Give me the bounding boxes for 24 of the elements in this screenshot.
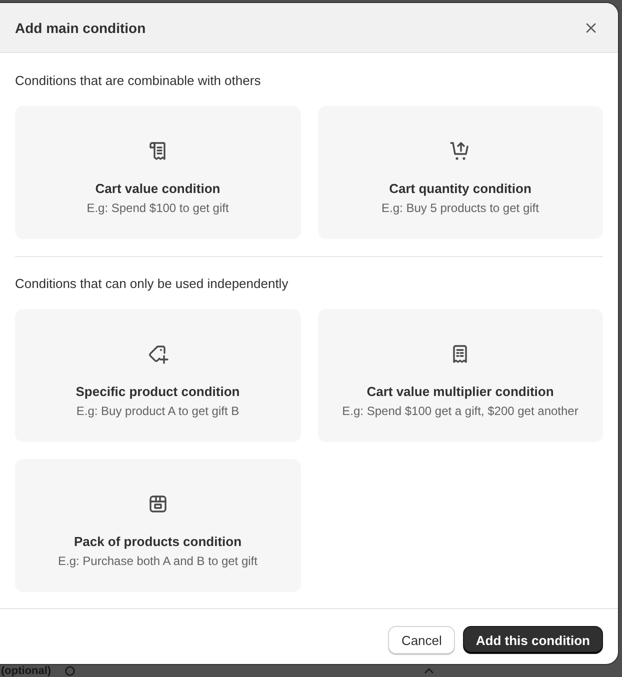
condition-description: E.g: Purchase both A and B to get gift — [58, 553, 258, 569]
condition-card[interactable]: Cart value multiplier condition E.g: Spend $100 get a gift, $200 get another — [318, 309, 603, 442]
background-label: (optional) — [1, 664, 52, 676]
condition-title: Cart value condition — [95, 181, 220, 197]
condition-title: Cart quantity condition — [389, 181, 532, 197]
condition-card[interactable]: Pack of products condition E.g: Purchase both A and B to get gift — [15, 459, 300, 592]
condition-description: E.g: Spend $100 to get gift — [86, 200, 229, 216]
close-icon — [586, 22, 596, 32]
section-label: Conditions that are combinable with others — [15, 73, 262, 89]
info-icon — [65, 666, 76, 676]
condition-card[interactable]: Cart quantity condition E.g: Buy 5 products to get gift — [318, 106, 603, 239]
cancel-button[interactable]: Cancel — [388, 626, 455, 654]
condition-title: Specific product condition — [76, 384, 240, 400]
condition-description: E.g: Buy 5 products to get gift — [382, 200, 539, 216]
condition-description: E.g: Spend $100 get a gift, $200 get another — [342, 403, 578, 419]
condition-card[interactable]: Specific product condition E.g: Buy product A to get gift B — [15, 309, 300, 442]
section-label: Conditions that can only be used independently — [15, 276, 290, 292]
dialog-title: Add main condition — [15, 20, 146, 36]
add-condition-button[interactable]: Add this condition — [462, 626, 603, 654]
caret-up-icon — [424, 668, 434, 674]
condition-title: Pack of products condition — [74, 534, 242, 550]
condition-title: Cart value multiplier condition — [366, 384, 554, 400]
condition-description: E.g: Buy product A to get gift B — [76, 403, 240, 419]
condition-card[interactable]: Cart value condition E.g: Spend $100 to get gift — [15, 106, 300, 239]
